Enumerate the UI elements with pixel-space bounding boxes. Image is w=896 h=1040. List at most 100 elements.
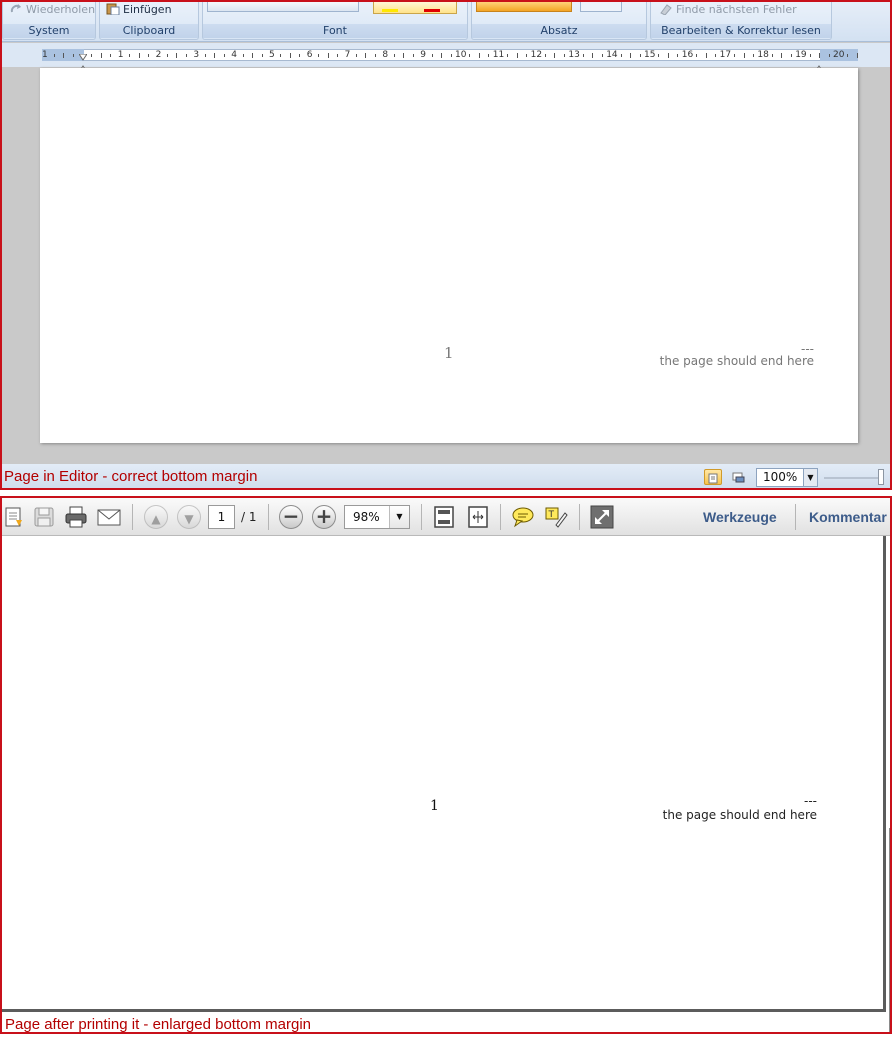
page-number: 1 [430, 798, 439, 814]
ruler-tick [744, 53, 745, 58]
paste-button[interactable]: Einfügen [106, 3, 172, 17]
vertical-scrollbar[interactable] [889, 828, 890, 1032]
font-color-buttons[interactable] [373, 2, 457, 14]
page-number-input[interactable]: 1 [208, 505, 235, 529]
save-button[interactable] [32, 505, 56, 529]
zoom-select[interactable]: 100% ▼ [756, 468, 818, 487]
ruler-tick [857, 53, 858, 58]
right-indent-handle[interactable] [814, 57, 824, 73]
zoom-slider[interactable] [824, 477, 882, 479]
paste-icon [106, 3, 120, 16]
ribbon-group-label: Bearbeiten & Korrektur lesen [651, 24, 831, 38]
ruler-tick [73, 54, 74, 57]
ruler-tick [441, 53, 442, 58]
ruler-tick [167, 54, 168, 57]
ruler-tick [394, 54, 395, 57]
ruler-tick [706, 53, 707, 58]
find-next-error-label: Finde nächsten Fehler [676, 3, 797, 16]
pdf-zoom-select[interactable]: 98% ▼ [344, 505, 410, 529]
font-format-buttons[interactable] [207, 2, 359, 12]
editor-caption: Page in Editor - correct bottom margin [4, 468, 258, 485]
ruler-tick [243, 54, 244, 57]
print-button[interactable] [64, 505, 88, 529]
expand-icon [590, 505, 614, 529]
zoom-slider-thumb[interactable] [878, 469, 884, 485]
ruler-number: 15 [644, 50, 656, 60]
redo-label: Wiederholen [26, 3, 96, 16]
ruler-number: 18 [757, 50, 769, 60]
page-number: 1 [444, 344, 454, 362]
redo-icon [9, 3, 23, 15]
editor-document-page[interactable]: 1 --- the page should end here [40, 68, 858, 443]
zoom-out-button[interactable]: − [279, 505, 303, 529]
redo-button[interactable]: Wiederholen [9, 3, 95, 17]
ruler-tick [413, 54, 414, 57]
ruler-tick [829, 54, 830, 57]
font-color-icon [424, 9, 440, 12]
save-icon [34, 507, 54, 527]
ruler-tick [564, 54, 565, 57]
ruler-tick [545, 54, 546, 57]
add-comment-button[interactable] [511, 505, 535, 529]
create-pdf-button[interactable] [2, 505, 26, 529]
highlight-text-button[interactable]: T [544, 505, 568, 529]
ruler-number: 2 [155, 50, 162, 60]
next-page-button[interactable]: ▼ [177, 505, 201, 529]
first-line-indent-handle[interactable] [78, 47, 88, 61]
ruler-tick [280, 54, 281, 57]
previous-page-button[interactable]: ▲ [144, 505, 168, 529]
fit-width-icon [468, 506, 488, 528]
ribbon-group-label: Absatz [472, 24, 646, 38]
ruler-number: 20 [833, 50, 845, 60]
ruler-tick [318, 54, 319, 57]
chevron-down-icon[interactable]: ▼ [803, 469, 817, 486]
fit-page-button[interactable] [432, 505, 456, 529]
ruler-number: 3 [193, 50, 200, 60]
ruler-tick [772, 54, 773, 57]
ruler-tick [432, 54, 433, 57]
ruler-tick [658, 54, 659, 57]
full-screen-button[interactable] [590, 505, 614, 529]
horizontal-ruler[interactable]: 1 1 2 3 4 5 6 7 8 9 10 11 12 13 14 15 16 17 18 19 20 [2, 43, 890, 73]
ruler-tick [781, 53, 782, 58]
ruler-number: 1 [117, 50, 124, 60]
end-text: the page should end here [659, 354, 814, 368]
print-layout-view-icon[interactable] [704, 469, 722, 485]
ruler-number: 16 [681, 50, 694, 60]
ruler-tick [592, 53, 593, 58]
chevron-down-icon[interactable]: ▼ [389, 506, 409, 528]
editor-panel: Wiederholen System Einfügen Clipboard Fo… [0, 0, 892, 490]
paste-label: Einfügen [123, 3, 172, 16]
ruler-tick [91, 54, 92, 57]
paragraph-option-button[interactable] [580, 2, 622, 12]
email-button[interactable] [97, 505, 121, 529]
ribbon: Wiederholen System Einfügen Clipboard Fo… [2, 2, 890, 42]
toolbar-separator [579, 504, 580, 530]
arrow-up-icon: ▲ [151, 512, 161, 526]
tools-panel-link[interactable]: Werkzeuge [703, 509, 777, 525]
zoom-in-button[interactable]: + [312, 505, 336, 529]
ruler-tick [252, 53, 253, 58]
ruler-tick [139, 53, 140, 58]
ruler-tick [668, 53, 669, 58]
fit-width-button[interactable] [466, 505, 490, 529]
toolbar-separator [132, 504, 133, 530]
alignment-buttons[interactable] [476, 2, 572, 12]
ruler-number: 11 [492, 50, 505, 60]
ruler-tick [205, 54, 206, 57]
comment-panel-link[interactable]: Kommentar [809, 509, 887, 525]
ruler-number: 1 [42, 50, 48, 60]
ruler-number: 9 [420, 50, 426, 60]
ruler-tick [129, 54, 130, 57]
ruler-tick [791, 54, 792, 57]
find-next-error-button[interactable]: Finde nächsten Fehler [659, 3, 797, 17]
ruler-tick [734, 54, 735, 57]
draft-view-icon[interactable] [730, 469, 748, 485]
pdf-document-page[interactable]: 1 --- the page should end here [2, 536, 886, 1012]
left-indent-handle[interactable] [78, 57, 88, 73]
ribbon-group-clipboard: Einfügen Clipboard [99, 2, 199, 40]
ruler-bar [42, 49, 858, 61]
ruler-tick [602, 54, 603, 57]
ruler-tick [526, 54, 527, 57]
ruler-number: 12 [530, 50, 543, 60]
